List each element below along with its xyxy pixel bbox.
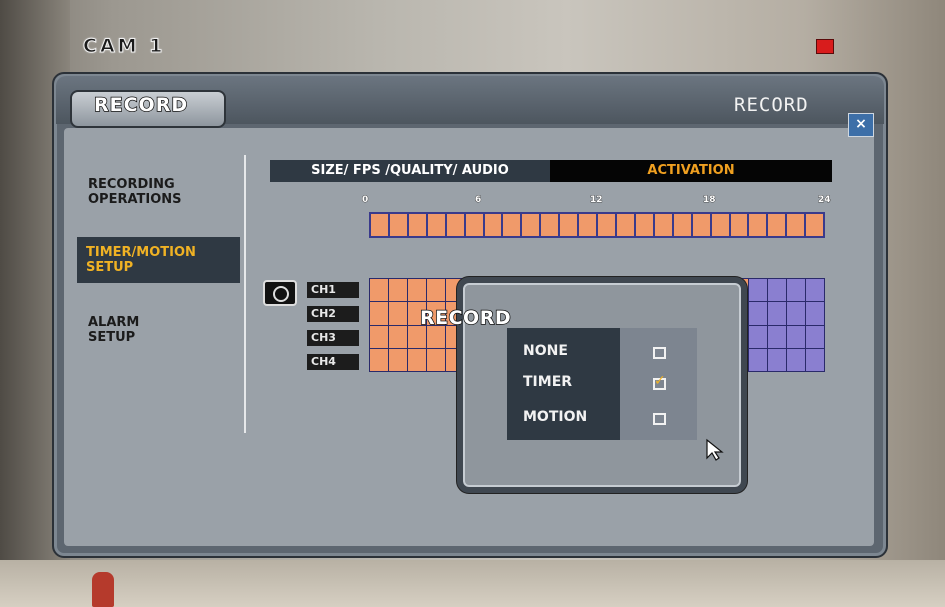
menu-item-line: RECORDING <box>88 177 175 192</box>
option-timer-label[interactable]: TIMER <box>523 374 572 390</box>
schedule-cell[interactable] <box>806 279 824 302</box>
hour-label: 12 <box>590 195 603 206</box>
schedule-cell[interactable] <box>787 325 806 348</box>
schedule-cell[interactable] <box>370 348 388 371</box>
timer-checkbox[interactable]: ✓ <box>653 374 666 390</box>
channel-label-ch1: CH1 <box>307 282 359 298</box>
timeline-cell[interactable] <box>787 214 805 236</box>
schedule-cell[interactable] <box>749 348 768 371</box>
schedule-cell[interactable] <box>806 348 824 371</box>
menu-item-line: SETUP <box>88 330 136 345</box>
channel-select-all-icon[interactable] <box>263 280 297 306</box>
timeline-cell[interactable] <box>768 214 786 236</box>
option-motion-label[interactable]: MOTION <box>523 409 587 425</box>
channel-label-ch4: CH4 <box>307 354 359 370</box>
timeline-cell[interactable] <box>806 214 824 236</box>
menu-item-line: OPERATIONS <box>88 192 182 207</box>
hour-label: 6 <box>475 195 482 206</box>
none-checkbox[interactable] <box>653 347 666 359</box>
schedule-cell[interactable] <box>370 302 388 325</box>
timeline-cell[interactable] <box>484 214 502 236</box>
motion-checkbox[interactable] <box>653 413 666 425</box>
timeline-cell[interactable] <box>579 214 597 236</box>
menu-item-timer-motion-setup[interactable]: TIMER/MOTION SETUP <box>86 245 196 275</box>
schedule-cell[interactable] <box>388 325 407 348</box>
record-tab-label: RECORD <box>93 93 189 117</box>
schedule-cell[interactable] <box>787 279 806 302</box>
menu-item-recording-operations[interactable]: RECORDING OPERATIONS <box>88 177 182 207</box>
schedule-cell[interactable] <box>749 279 768 302</box>
timeline-all-channels-row[interactable] <box>369 212 825 238</box>
menu-divider <box>244 155 246 433</box>
schedule-cell[interactable] <box>768 279 787 302</box>
schedule-cell[interactable] <box>787 302 806 325</box>
panel-title: RECORD <box>734 94 809 116</box>
timeline-cell[interactable] <box>654 214 672 236</box>
schedule-cell[interactable] <box>370 325 388 348</box>
recording-indicator-icon <box>816 39 834 54</box>
channel-label-ch3: CH3 <box>307 330 359 346</box>
timeline-cell[interactable] <box>673 214 691 236</box>
menu-item-line: ALARM <box>88 315 140 330</box>
schedule-cell[interactable] <box>749 325 768 348</box>
hour-label: 18 <box>703 195 716 206</box>
camera-label: CAM 1 <box>82 35 166 58</box>
schedule-cell[interactable] <box>806 302 824 325</box>
timeline-cell[interactable] <box>541 214 559 236</box>
schedule-cell[interactable] <box>768 348 787 371</box>
timeline-cell[interactable] <box>711 214 729 236</box>
timeline-cell[interactable] <box>371 214 388 236</box>
timeline-cell[interactable] <box>749 214 767 236</box>
schedule-cell[interactable] <box>388 302 407 325</box>
menu-item-line: TIMER/MOTION <box>86 245 196 260</box>
background-floor <box>0 560 945 607</box>
schedule-cell[interactable] <box>407 279 426 302</box>
schedule-cell[interactable] <box>426 348 445 371</box>
schedule-cell[interactable] <box>407 348 426 371</box>
timeline-cell[interactable] <box>446 214 464 236</box>
tab-size-fps-quality-audio[interactable]: SIZE/ FPS /QUALITY/ AUDIO <box>270 160 550 182</box>
schedule-cell[interactable] <box>768 302 787 325</box>
schedule-cell[interactable] <box>388 348 407 371</box>
timeline-cell[interactable] <box>503 214 521 236</box>
timeline-cell[interactable] <box>730 214 748 236</box>
timeline-cell[interactable] <box>616 214 634 236</box>
timeline-cell[interactable] <box>635 214 653 236</box>
timeline-cell[interactable] <box>598 214 615 236</box>
menu-item-alarm-setup[interactable]: ALARM SETUP <box>88 315 139 345</box>
timeline-cell[interactable] <box>389 214 407 236</box>
popup-title: RECORD <box>419 306 512 330</box>
menu-item-line: SETUP <box>86 260 134 275</box>
background-extinguisher <box>92 572 114 607</box>
schedule-cell[interactable] <box>749 302 768 325</box>
timeline-cell[interactable] <box>560 214 578 236</box>
schedule-cell[interactable] <box>426 279 445 302</box>
timeline-cell[interactable] <box>465 214 483 236</box>
mouse-cursor-icon <box>706 438 724 461</box>
schedule-cell[interactable] <box>806 325 824 348</box>
schedule-cell[interactable] <box>768 325 787 348</box>
hour-label: 24 <box>818 195 831 206</box>
timeline-cell[interactable] <box>522 214 540 236</box>
channel-label-ch2: CH2 <box>307 306 359 322</box>
schedule-cell[interactable] <box>388 279 407 302</box>
timeline-cell[interactable] <box>427 214 445 236</box>
option-none-label[interactable]: NONE <box>523 343 568 359</box>
checkmark-icon: ✓ <box>654 373 666 389</box>
timeline-cell[interactable] <box>408 214 426 236</box>
tab-activation[interactable]: ACTIVATION <box>550 160 832 182</box>
hour-label: 0 <box>362 195 369 206</box>
tab-bar: SIZE/ FPS /QUALITY/ AUDIO ACTIVATION <box>270 160 832 182</box>
schedule-cell[interactable] <box>787 348 806 371</box>
record-options-table: NONE TIMER MOTION ✓ <box>507 328 697 440</box>
schedule-cell[interactable] <box>370 279 388 302</box>
timeline-cell[interactable] <box>692 214 710 236</box>
close-icon[interactable]: × <box>848 113 874 137</box>
